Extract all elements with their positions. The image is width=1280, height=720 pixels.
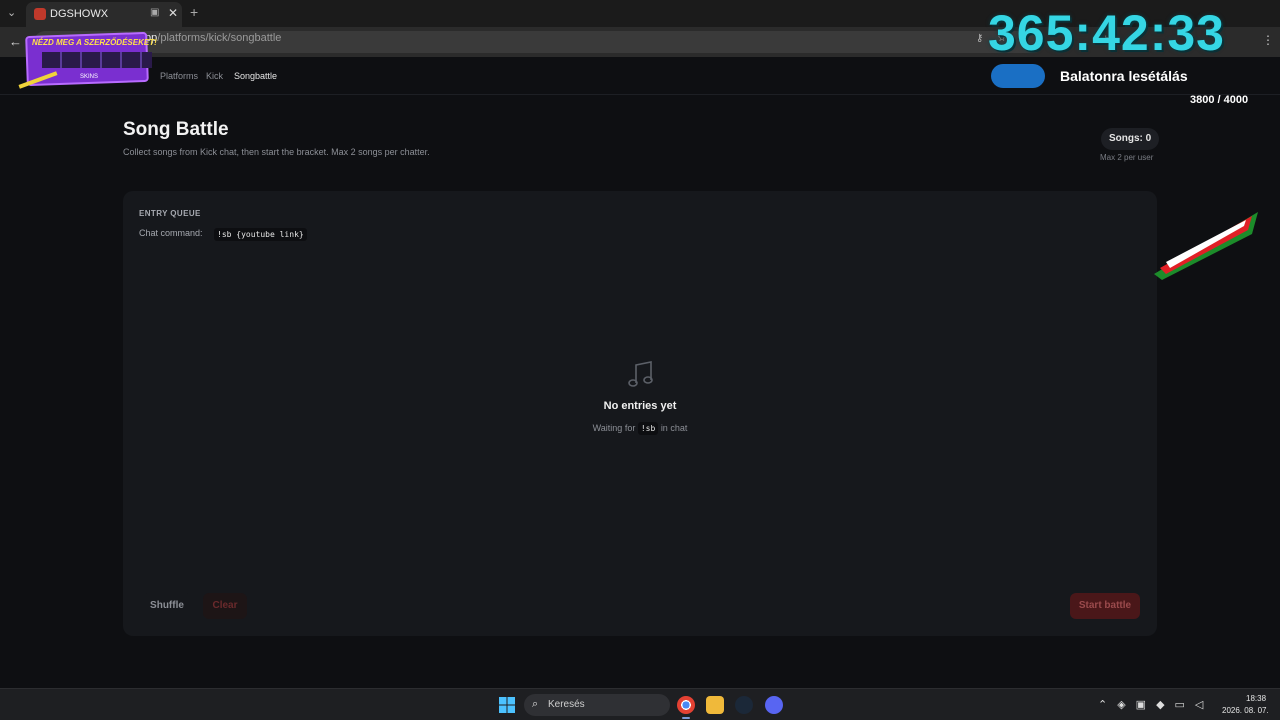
sponsor-headline: NÉZD MEG A SZERZŐDÉSEKET! bbox=[32, 38, 157, 47]
songs-count-label: Songs: 0 bbox=[1109, 133, 1152, 144]
browser-tab[interactable]: DGSHOWX ▣ ✕ bbox=[26, 2, 182, 27]
screen: ⌄ DGSHOWX ▣ ✕ + ← ercel.app/platforms/ki… bbox=[0, 0, 1280, 720]
browser-menu-icon[interactable]: ⋮ bbox=[1262, 33, 1274, 47]
taskbar-search[interactable]: ⌕ Keresés bbox=[524, 694, 670, 716]
page-title: Song Battle bbox=[123, 119, 229, 140]
breadcrumb-platforms[interactable]: Platforms bbox=[160, 71, 198, 81]
empty-state-suffix: in chat bbox=[660, 423, 688, 433]
steam-taskbar-icon[interactable] bbox=[735, 696, 753, 714]
tab-favicon-icon bbox=[34, 8, 46, 20]
empty-state-title: No entries yet bbox=[603, 400, 677, 412]
sponsor-brand: SKINS bbox=[80, 74, 99, 80]
goal-count: 3800 / 4000 bbox=[1190, 94, 1249, 106]
file-explorer-taskbar-icon[interactable] bbox=[706, 696, 724, 714]
stream-timer: 365:42:33 bbox=[988, 5, 1225, 61]
empty-state-waiting: Waiting for bbox=[592, 423, 636, 433]
music-note-icon bbox=[628, 361, 653, 387]
page-subtitle: Collect songs from Kick chat, then start… bbox=[123, 147, 430, 157]
url-path: /platforms/kick/songbattle bbox=[157, 32, 282, 44]
entry-queue-card: ENTRY QUEUE Chat command: !sb {youtube l… bbox=[123, 191, 1157, 636]
tab-media-icon[interactable]: ▣ bbox=[150, 7, 159, 18]
breadcrumb-songbattle: Songbattle bbox=[234, 71, 278, 81]
search-icon: ⌕ bbox=[532, 698, 539, 710]
chat-command-code: !sb {youtube link} bbox=[214, 228, 307, 241]
sponsor-banner: NÉZD MEG A SZERZŐDÉSEKET! SKINS bbox=[18, 31, 158, 92]
max-per-user-note: Max 2 per user bbox=[1100, 153, 1154, 162]
mountain-dew-logo bbox=[1154, 212, 1258, 280]
windows-start-icon[interactable] bbox=[499, 697, 515, 713]
discord-taskbar-icon[interactable] bbox=[765, 696, 783, 714]
system-tray-icons[interactable]: ⌃◈▣◆▭◁ bbox=[1098, 698, 1213, 711]
clock-time[interactable]: 18:38 bbox=[1246, 694, 1266, 703]
start-battle-button[interactable]: Start battle bbox=[1070, 593, 1140, 619]
taskbar-search-placeholder: Keresés bbox=[548, 699, 585, 710]
tab-close-icon[interactable]: ✕ bbox=[168, 6, 178, 20]
taskbar: ⌕ Keresés ⌃◈▣◆▭◁ 18:38 2026. 08. 07. bbox=[0, 688, 1280, 720]
clear-button[interactable]: Clear bbox=[203, 593, 247, 619]
active-app-indicator bbox=[682, 717, 690, 719]
shuffle-button[interactable]: Shuffle bbox=[143, 593, 191, 619]
new-tab-icon[interactable]: + bbox=[190, 4, 198, 20]
goal-progress-bar bbox=[991, 64, 1045, 88]
tab-title: DGSHOWX bbox=[50, 8, 109, 20]
empty-state-code: !sb bbox=[637, 422, 659, 435]
chat-command-label: Chat command: bbox=[139, 228, 203, 238]
page-content: Platforms Kick Songbattle Song Battle Co… bbox=[0, 57, 1280, 688]
goal-title: Balatonra lesétálás bbox=[1060, 68, 1188, 84]
sponsor-thumbnails bbox=[42, 52, 152, 68]
empty-state-subtitle: Waiting for !sb in chat bbox=[123, 422, 1157, 435]
tab-list-chevron-icon[interactable]: ⌄ bbox=[7, 6, 16, 19]
entry-queue-heading: ENTRY QUEUE bbox=[139, 209, 201, 218]
chrome-taskbar-icon[interactable] bbox=[677, 696, 695, 714]
songs-count-badge: Songs: 0 bbox=[1101, 128, 1160, 150]
breadcrumb-kick[interactable]: Kick bbox=[206, 71, 223, 81]
clock-date[interactable]: 2026. 08. 07. bbox=[1222, 706, 1269, 715]
